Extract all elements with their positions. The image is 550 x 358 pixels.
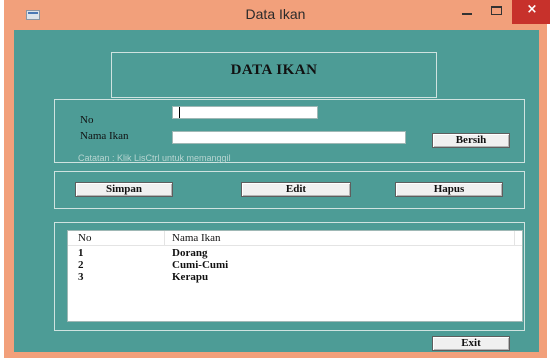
list-item[interactable]: 2 Cumi-Cumi <box>68 259 522 271</box>
close-icon: × <box>526 2 538 17</box>
minimize-icon[interactable] <box>452 0 482 24</box>
client-area: DATA IKAN No Nama Ikan Bersih Catatan : … <box>14 30 539 352</box>
nama-ikan-label: Nama Ikan <box>80 130 129 142</box>
close-button[interactable]: × <box>512 0 550 24</box>
nama-ikan-input[interactable] <box>172 131 406 144</box>
column-header-no[interactable]: No <box>78 232 91 244</box>
column-header-nama-ikan[interactable]: Nama Ikan <box>172 232 221 244</box>
app-window: Data Ikan × DATA IKAN No Nama Ikan Bersi… <box>4 0 550 358</box>
list-item-no: 2 <box>78 259 84 271</box>
bersih-button[interactable]: Bersih <box>432 133 510 148</box>
list-header: No Nama Ikan <box>68 231 522 246</box>
text-caret <box>179 107 180 118</box>
column-divider[interactable] <box>514 231 515 245</box>
edit-button[interactable]: Edit <box>241 182 351 197</box>
hint-text: Catatan : Klik LisCtrl untuk memanggil <box>78 153 231 163</box>
fish-list[interactable]: No Nama Ikan 1 Dorang 2 Cumi-Cumi 3 Kera… <box>67 230 523 322</box>
list-item-nama: Kerapu <box>172 271 209 283</box>
exit-button[interactable]: Exit <box>432 336 510 351</box>
list-item[interactable]: 1 Dorang <box>68 247 522 259</box>
list-item-no: 3 <box>78 271 84 283</box>
maximize-icon[interactable] <box>482 0 512 24</box>
column-divider[interactable] <box>164 231 165 245</box>
list-item-nama: Cumi-Cumi <box>172 259 229 271</box>
simpan-button[interactable]: Simpan <box>75 182 173 197</box>
no-label: No <box>80 114 94 126</box>
no-input[interactable] <box>172 106 318 119</box>
page-title: DATA IKAN <box>230 62 318 78</box>
title-bar[interactable]: Data Ikan × <box>4 0 550 30</box>
list-item[interactable]: 3 Kerapu <box>68 271 522 283</box>
list-item-no: 1 <box>78 247 84 259</box>
hapus-button[interactable]: Hapus <box>395 182 503 197</box>
list-item-nama: Dorang <box>172 247 208 259</box>
